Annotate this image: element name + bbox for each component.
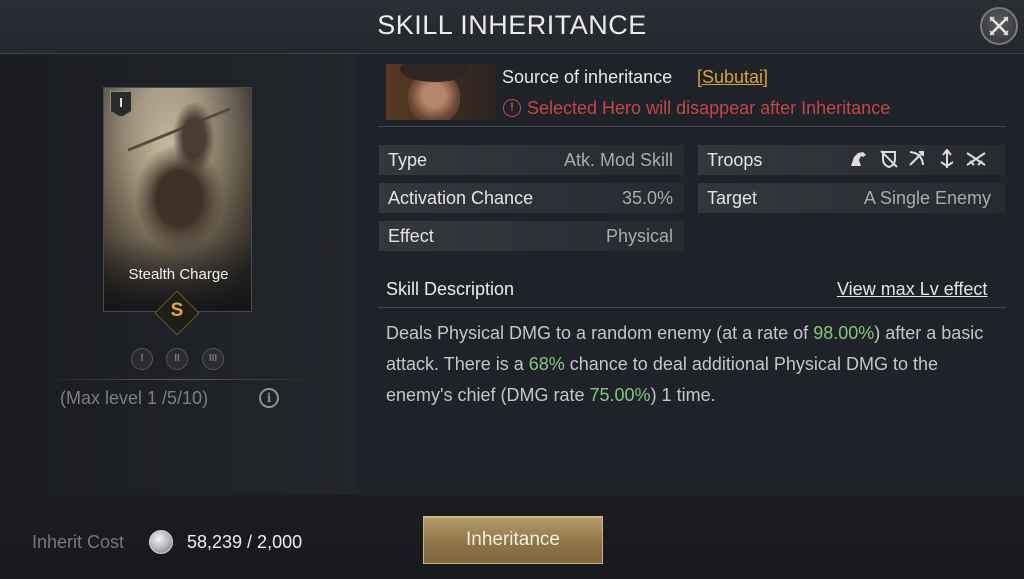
- skill-card-image: I Stealth Charge: [103, 87, 252, 312]
- grade-label: S: [170, 300, 184, 321]
- cavalry-icon: [848, 149, 870, 174]
- source-label: Source of inheritance: [502, 67, 673, 87]
- inherit-cost-value: 58,239 / 2,000: [187, 532, 303, 552]
- desc-part: Deals Physical DMG to a random enemy (at…: [386, 323, 814, 343]
- type-label: Type: [388, 150, 428, 170]
- max-level-text: (Max level 1 /5/10): [60, 388, 209, 408]
- divider: [378, 126, 1006, 127]
- card-art-horse: [134, 143, 224, 253]
- inherit-cost-label: Inherit Cost: [32, 532, 125, 552]
- skill-name: Stealth Charge: [128, 266, 229, 283]
- divider: [40, 379, 320, 380]
- shield-icon: [878, 149, 900, 174]
- source-hero-portrait[interactable]: [386, 64, 496, 120]
- hero-hat: [400, 64, 470, 82]
- effect-value: Physical: [605, 226, 673, 246]
- silver-coin-icon: [149, 530, 173, 554]
- activation-value: 35.0%: [621, 188, 673, 208]
- level-1-icon: I: [131, 348, 153, 370]
- warning-icon: !: [503, 99, 521, 117]
- dmg-rate-value: 75.00%: [589, 385, 651, 405]
- spear-icon: [936, 148, 958, 174]
- inheritance-button[interactable]: Inheritance: [423, 516, 603, 564]
- warning-text: Selected Hero will disappear after Inher…: [527, 98, 891, 118]
- skill-description-text: Deals Physical DMG to a random enemy (at…: [386, 318, 1001, 411]
- tier-badge: I: [110, 91, 132, 117]
- target-label: Target: [707, 188, 758, 208]
- source-hero-link[interactable]: [Subutai]: [697, 67, 768, 88]
- target-value: A Single Enemy: [863, 188, 991, 208]
- type-value: Atk. Mod Skill: [563, 150, 673, 170]
- rate-value: 98.00%: [813, 323, 875, 343]
- activation-label: Activation Chance: [388, 188, 534, 208]
- troops-label: Troops: [707, 150, 763, 170]
- close-icon: [989, 16, 1009, 36]
- archer-icon: [906, 149, 928, 174]
- close-button[interactable]: [980, 7, 1018, 45]
- level-2-icon: II: [166, 348, 188, 370]
- view-max-level-link[interactable]: View max Lv effect: [837, 279, 987, 300]
- level-3-icon: III: [202, 348, 224, 370]
- chance-value: 68%: [528, 354, 565, 374]
- siege-icon: [964, 149, 988, 174]
- divider: [378, 307, 1006, 308]
- skill-description-title: Skill Description: [386, 279, 515, 299]
- desc-part: ) 1 time.: [650, 385, 716, 405]
- info-icon[interactable]: i: [259, 388, 279, 408]
- effect-label: Effect: [388, 226, 434, 246]
- page-title: SKILL INHERITANCE: [377, 10, 647, 40]
